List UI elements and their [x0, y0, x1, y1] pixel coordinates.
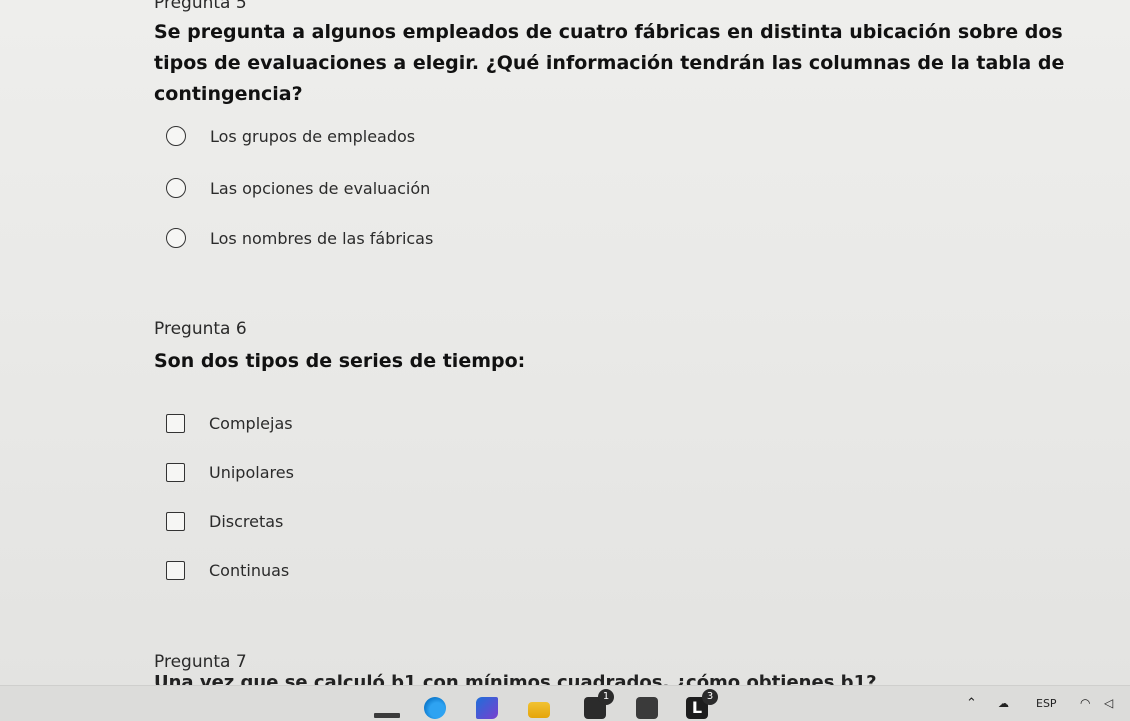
- edge-icon[interactable]: [424, 697, 446, 719]
- explorer-icon[interactable]: [476, 697, 498, 719]
- q6-option-2[interactable]: Unipolares: [166, 458, 294, 486]
- question-7-title-partial: Una vez que se calculó b1 con mínimos cu…: [154, 672, 877, 685]
- option-label: Complejas: [209, 413, 293, 433]
- checkbox[interactable]: [166, 560, 185, 580]
- cloud-icon[interactable]: ☁: [998, 686, 1009, 721]
- app-icon[interactable]: [636, 697, 658, 719]
- q6-option-4[interactable]: Continuas: [166, 556, 289, 584]
- option-label: Continuas: [209, 560, 290, 580]
- quiz-page: Pregunta 5 Se pregunta a algunos emplead…: [0, 0, 1130, 685]
- checkbox[interactable]: [166, 462, 185, 482]
- question-7-label: Pregunta 7: [154, 652, 247, 672]
- question-5-label: Pregunta 5: [154, 0, 247, 13]
- q5-option-1[interactable]: Los grupos de empleados: [166, 122, 415, 150]
- option-label: Discretas: [209, 511, 284, 531]
- checkbox[interactable]: [166, 511, 185, 531]
- chevron-up-icon[interactable]: ⌃: [966, 686, 977, 721]
- taskbar-indicator: [374, 713, 400, 718]
- q5-option-2[interactable]: Las opciones de evaluación: [166, 174, 430, 202]
- taskbar: 1 L 3 ⌃ ☁ ESP ◠ ◁: [0, 685, 1130, 721]
- option-label: Las opciones de evaluación: [210, 178, 431, 198]
- radio-button[interactable]: [166, 178, 186, 198]
- language-indicator[interactable]: ESP: [1036, 686, 1057, 721]
- notification-badge: 1: [598, 689, 614, 705]
- option-label: Unipolares: [209, 462, 294, 482]
- volume-icon[interactable]: ◁: [1104, 686, 1113, 721]
- question-6-title: Son dos tipos de series de tiempo:: [154, 350, 526, 372]
- radio-button[interactable]: [166, 126, 186, 146]
- notification-badge: 3: [702, 689, 718, 705]
- option-label: Los nombres de las fábricas: [210, 228, 434, 248]
- wifi-icon[interactable]: ◠: [1080, 686, 1090, 721]
- question-5-title: Se pregunta a algunos empleados de cuatr…: [154, 21, 1065, 105]
- q5-option-3[interactable]: Los nombres de las fábricas: [166, 224, 433, 252]
- checkbox[interactable]: [166, 413, 185, 433]
- option-label: Los grupos de empleados: [210, 126, 416, 146]
- q6-option-1[interactable]: Complejas: [166, 409, 293, 437]
- q6-option-3[interactable]: Discretas: [166, 507, 283, 535]
- folder-icon[interactable]: [528, 702, 550, 718]
- question-6-label: Pregunta 6: [154, 319, 247, 339]
- radio-button[interactable]: [166, 228, 186, 248]
